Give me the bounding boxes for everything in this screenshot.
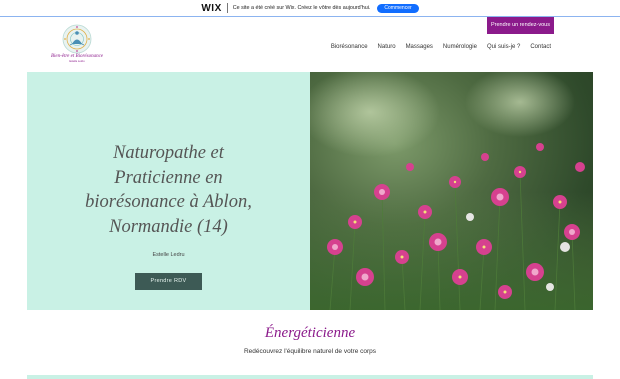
wix-start-button[interactable]: Commencer: [377, 3, 419, 13]
hero-name: Estelle Ledru: [152, 252, 185, 258]
book-rdv-button[interactable]: Prendre RDV: [135, 273, 202, 290]
nav-item-massages[interactable]: Massages: [406, 44, 433, 50]
section-title: Énergéticienne: [264, 325, 356, 341]
hero-title-line: Praticienne en: [114, 167, 223, 188]
wix-logo[interactable]: WIX: [201, 3, 221, 14]
nav-item-numerologie[interactable]: Numérologie: [443, 44, 477, 50]
next-section-strip: [27, 375, 593, 379]
wix-banner: WIX Ce site a été créé sur Wix. Créez le…: [0, 0, 620, 17]
hero-title-line: Normandie (14): [109, 216, 228, 237]
nav-item-contact[interactable]: Contact: [530, 44, 551, 50]
nav-item-bioresonance[interactable]: Biorésonance: [331, 44, 368, 50]
banner-divider: [226, 3, 228, 13]
section-subtitle: Redécouvrez l'équilibre naturel de votre…: [243, 348, 377, 355]
nav-item-naturo[interactable]: Naturo: [378, 44, 396, 50]
main-nav: Biorésonance Naturo Massages Numérologie…: [321, 44, 551, 50]
pink-cosmos-flowers-photo: [310, 72, 593, 310]
hero-title-line: biorésonance à Ablon,: [85, 192, 252, 212]
hero-panel: Naturopathe et Praticienne en biorésonan…: [27, 72, 310, 310]
site-logo[interactable]: Bien-être et Biorésonance Estelle Ledru: [45, 24, 109, 68]
meditation-mandala-icon: [62, 24, 92, 54]
nav-item-about[interactable]: Qui suis-je ?: [487, 44, 520, 50]
book-appointment-button[interactable]: Prendre un rendez-vous: [487, 17, 554, 34]
hero-title: Naturopathe et Praticienne en biorésonan…: [27, 141, 310, 239]
logo-subtitle: Estelle Ledru: [69, 60, 85, 63]
wix-banner-text: Ce site a été créé sur Wix. Créez le vôt…: [232, 5, 371, 11]
hero-image: [310, 72, 593, 310]
hero-title-line: Naturopathe et: [113, 143, 224, 163]
